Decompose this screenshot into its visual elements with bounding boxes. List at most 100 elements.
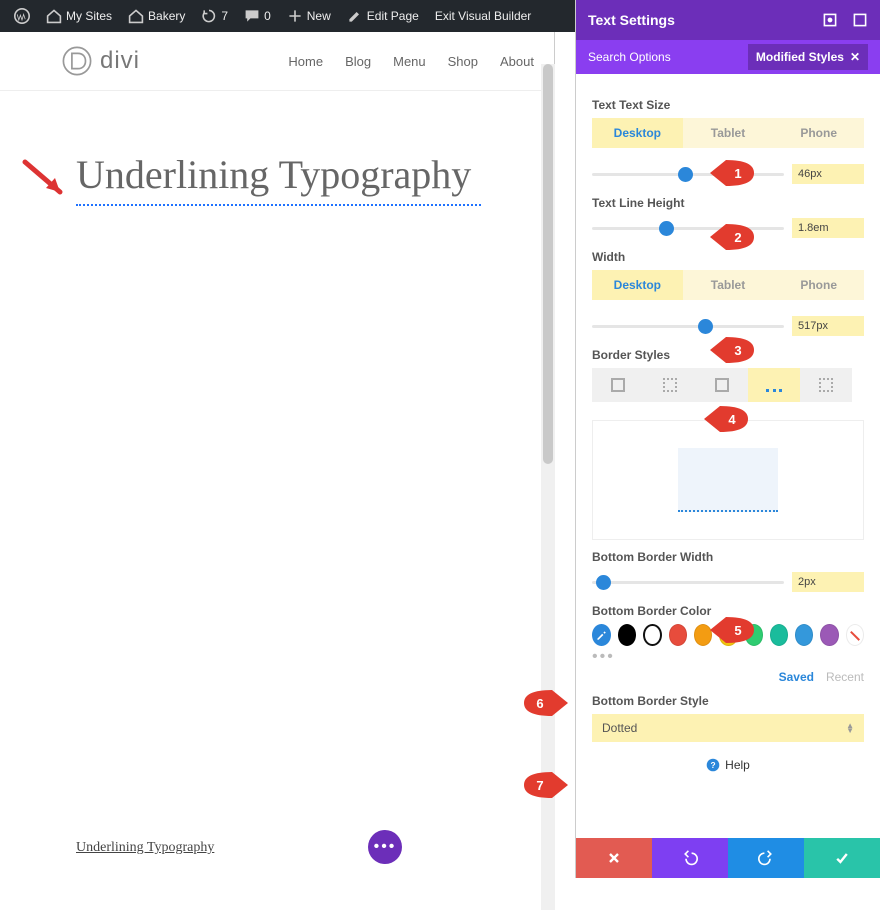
swatch-white[interactable] <box>643 624 662 646</box>
my-sites[interactable]: My Sites <box>38 8 120 24</box>
nav-shop[interactable]: Shop <box>448 54 478 69</box>
slider-track[interactable] <box>592 325 784 328</box>
panel-title: Text Settings <box>588 12 675 28</box>
modified-styles-tab[interactable]: Modified Styles ✕ <box>748 44 868 70</box>
slider-track[interactable] <box>592 227 784 230</box>
label-bb-color: Bottom Border Color <box>592 604 864 618</box>
search-options[interactable]: Search Options <box>588 50 671 64</box>
cancel-button[interactable] <box>576 838 652 878</box>
swatch-black[interactable] <box>618 624 636 646</box>
logo[interactable]: divi <box>60 44 140 78</box>
new[interactable]: New <box>279 8 339 24</box>
slider-width: 517px <box>592 314 864 338</box>
heading-text[interactable]: Underlining Typography <box>76 151 481 206</box>
slider-track[interactable] <box>592 173 784 176</box>
label-bb-width: Bottom Border Width <box>592 550 864 564</box>
nav-blog[interactable]: Blog <box>345 54 371 69</box>
logo-text: divi <box>100 47 140 75</box>
expand-icon[interactable] <box>852 12 868 28</box>
exit-vb-label: Exit Visual Builder <box>435 9 532 23</box>
label-border-styles: Border Styles <box>592 348 864 362</box>
site-name-label: Bakery <box>148 9 185 23</box>
updates[interactable]: 7 <box>193 8 236 24</box>
value-width[interactable]: 517px <box>792 316 864 336</box>
border-top[interactable] <box>644 368 696 402</box>
preview-box <box>678 448 778 512</box>
new-label: New <box>307 9 331 23</box>
preview-scrollbar[interactable] <box>541 64 555 910</box>
edit-page-label: Edit Page <box>367 9 419 23</box>
swatch-yellow[interactable] <box>719 624 737 646</box>
value-text-size[interactable]: 46px <box>792 164 864 184</box>
updown-icon: ▲▼ <box>846 723 854 733</box>
value-line-height[interactable]: 1.8em <box>792 218 864 238</box>
divi-logo-icon <box>60 44 94 78</box>
border-all[interactable] <box>592 368 644 402</box>
border-right[interactable] <box>696 368 748 402</box>
save-button[interactable] <box>804 838 880 878</box>
swatch-red[interactable] <box>669 624 687 646</box>
swatch-teal[interactable] <box>770 624 788 646</box>
saved-tab[interactable]: Saved <box>779 670 814 684</box>
select-value: Dotted <box>602 721 637 735</box>
swatch-blue[interactable] <box>795 624 813 646</box>
my-sites-label: My Sites <box>66 9 112 23</box>
panel-subheader: Search Options Modified Styles ✕ <box>576 40 880 74</box>
select-bb-style[interactable]: Dotted ▲▼ <box>592 714 864 742</box>
close-icon[interactable]: ✕ <box>850 50 860 64</box>
annotation-arrow-icon <box>20 152 75 207</box>
redo-button[interactable] <box>728 838 804 878</box>
border-preview <box>592 420 864 540</box>
slider-track[interactable] <box>592 581 784 584</box>
saved-recent-row: Saved Recent <box>592 670 864 684</box>
more-icon: ••• <box>374 838 397 856</box>
help-icon: ? <box>706 758 720 772</box>
label-width: Width <box>592 250 864 264</box>
panel-body: Text Text Size Desktop Tablet Phone 46px… <box>576 74 880 838</box>
site-nav: Home Blog Menu Shop About <box>288 54 534 69</box>
slider-text-size: 46px <box>592 162 864 186</box>
tab-tablet[interactable]: Tablet <box>683 270 774 300</box>
swatch-orange[interactable] <box>694 624 712 646</box>
bottom-caption[interactable]: Underlining Typography <box>76 840 214 856</box>
border-left[interactable] <box>800 368 852 402</box>
edit-page[interactable]: Edit Page <box>339 8 427 24</box>
recent-tab[interactable]: Recent <box>826 670 864 684</box>
slider-thumb[interactable] <box>659 221 674 236</box>
undo-button[interactable] <box>652 838 728 878</box>
tab-desktop[interactable]: Desktop <box>592 270 683 300</box>
site-name[interactable]: Bakery <box>120 8 193 24</box>
slider-line-height: 1.8em <box>592 216 864 240</box>
comments-count: 0 <box>264 9 271 23</box>
nav-home[interactable]: Home <box>288 54 323 69</box>
wp-logo[interactable] <box>6 8 38 24</box>
swatch-none[interactable] <box>846 624 864 646</box>
nav-menu[interactable]: Menu <box>393 54 426 69</box>
tab-desktop[interactable]: Desktop <box>592 118 683 148</box>
tab-phone[interactable]: Phone <box>773 118 864 148</box>
border-bottom[interactable] <box>748 368 800 402</box>
tab-phone[interactable]: Phone <box>773 270 864 300</box>
color-picker[interactable] <box>592 624 611 646</box>
slider-thumb[interactable] <box>678 167 693 182</box>
nav-about[interactable]: About <box>500 54 534 69</box>
tab-tablet[interactable]: Tablet <box>683 118 774 148</box>
label-text-size: Text Text Size <box>592 98 864 112</box>
page-preview: divi Home Blog Menu Shop About Underlini… <box>0 32 555 878</box>
slider-thumb[interactable] <box>698 319 713 334</box>
fab-more[interactable]: ••• <box>368 830 402 864</box>
value-bb-width[interactable]: 2px <box>792 572 864 592</box>
device-tabs-textsize: Desktop Tablet Phone <box>592 118 864 148</box>
comments[interactable]: 0 <box>236 8 279 24</box>
site-header: divi Home Blog Menu Shop About <box>0 32 554 91</box>
swatch-purple[interactable] <box>820 624 838 646</box>
swatch-green[interactable] <box>745 624 763 646</box>
modified-styles-label: Modified Styles <box>756 50 844 64</box>
slider-thumb[interactable] <box>596 575 611 590</box>
help-label: Help <box>725 758 750 772</box>
border-sides <box>592 368 864 402</box>
help-link[interactable]: ? Help <box>592 758 864 772</box>
more-colors-icon[interactable]: ••• <box>592 648 864 666</box>
exit-visual-builder[interactable]: Exit Visual Builder <box>427 9 540 23</box>
snap-icon[interactable] <box>822 12 838 28</box>
